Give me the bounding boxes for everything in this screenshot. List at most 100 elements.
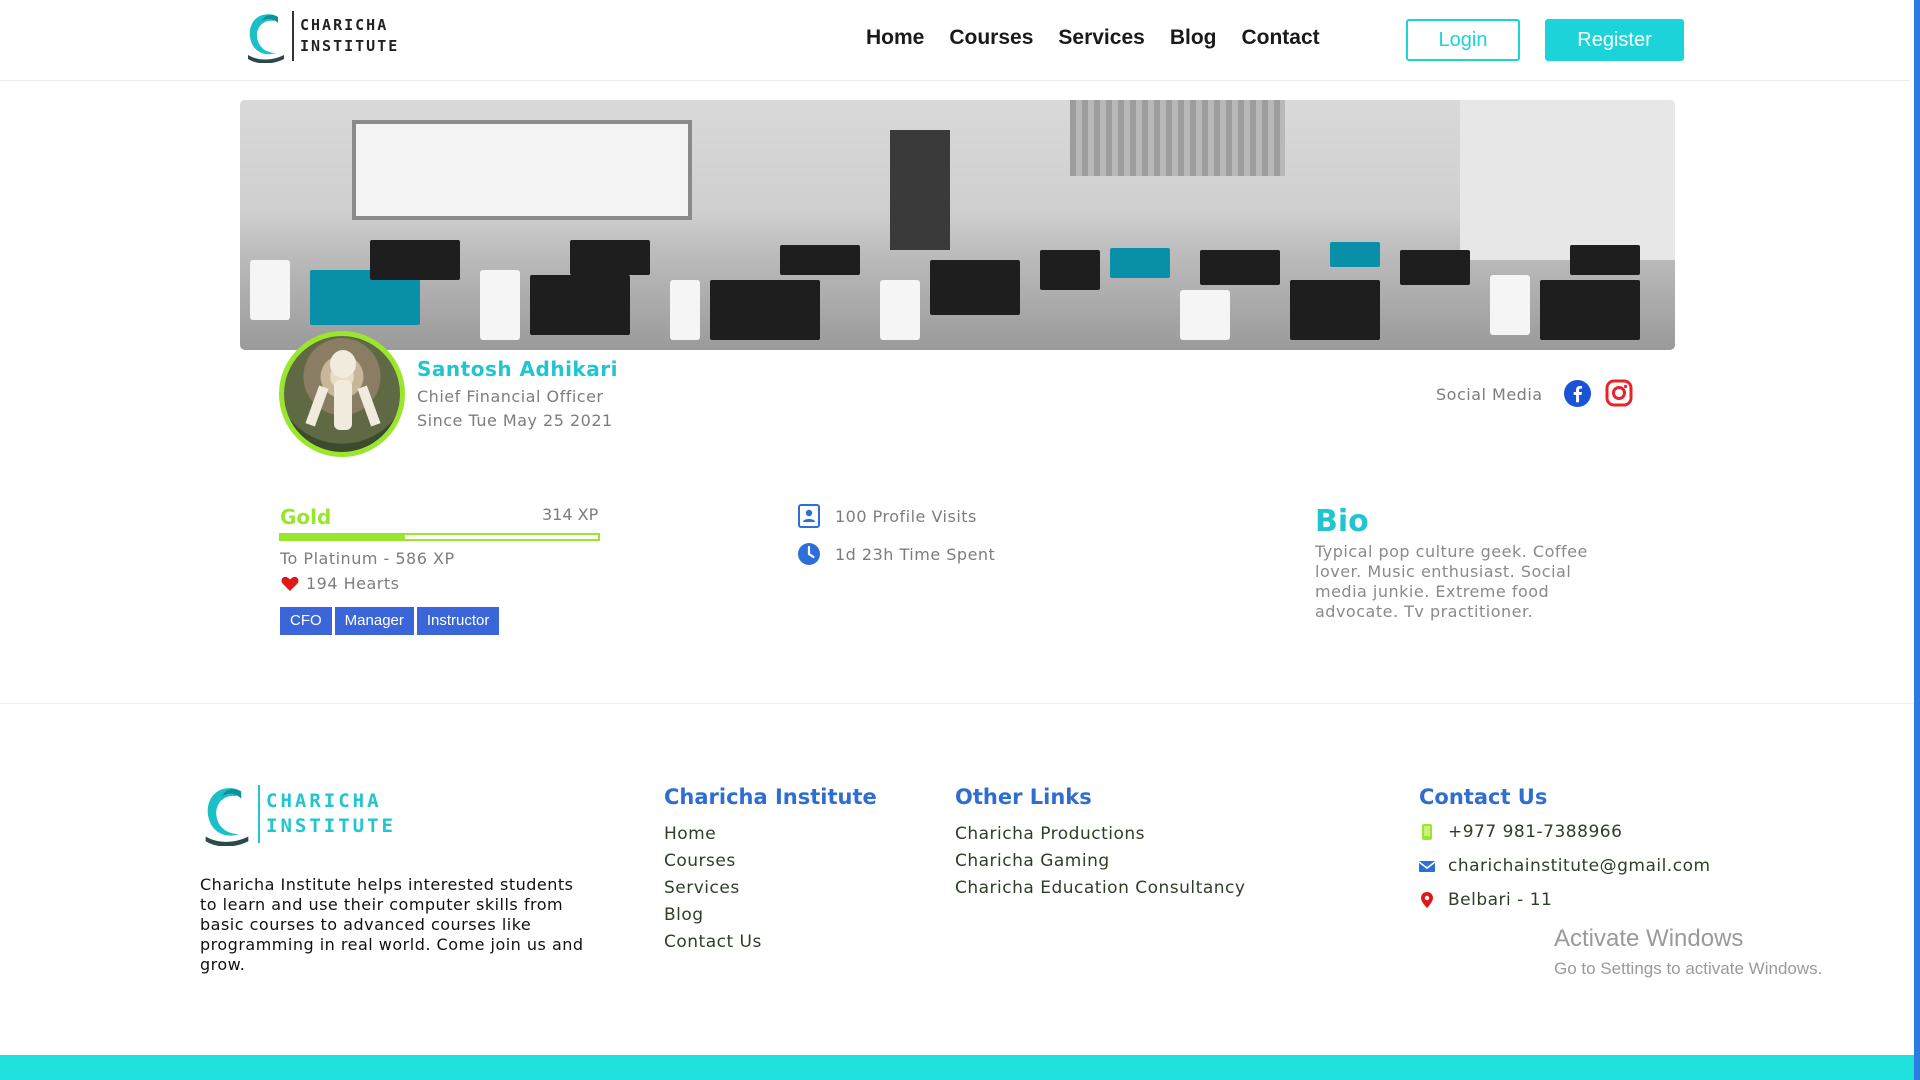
- footer-link-gaming[interactable]: Charicha Gaming: [955, 848, 1245, 875]
- logo-text: CHARICHA INSTITUTE: [300, 15, 399, 57]
- contact-email[interactable]: charichainstitute@gmail.com: [1448, 856, 1711, 876]
- register-button[interactable]: Register: [1545, 19, 1684, 61]
- contact-phone[interactable]: +977 981-7388966: [1448, 822, 1622, 842]
- location-pin-icon: [1421, 892, 1433, 908]
- computer-lab-desks: [240, 240, 1675, 350]
- time-spent-row: 1d 23h Time Spent: [797, 542, 995, 566]
- activate-line-1: Activate Windows: [1554, 925, 1744, 952]
- footer-logo[interactable]: CHARICHA INSTITUTE: [200, 782, 396, 846]
- arm-bone: [357, 385, 381, 427]
- footer-bottom-bar: [0, 1055, 1914, 1080]
- clock-icon: [798, 543, 820, 565]
- footer-col-institute: Charicha Institute Home Courses Services…: [664, 785, 877, 956]
- footer-logo-text: CHARICHA INSTITUTE: [266, 789, 396, 839]
- footer-heading-other-links: Other Links: [955, 785, 1092, 809]
- role-tags: CFO Manager Instructor: [280, 607, 500, 635]
- mail-icon: [1419, 861, 1435, 872]
- xp-progress-bar: [279, 533, 600, 541]
- footer-heading-institute: Charicha Institute: [664, 785, 877, 809]
- door: [890, 130, 950, 250]
- bio-title: Bio: [1315, 504, 1369, 539]
- skull: [330, 350, 356, 378]
- monitor: [1540, 280, 1640, 340]
- tag-manager: Manager: [334, 607, 414, 635]
- xp-value: 314 XP: [542, 505, 599, 524]
- nav-home[interactable]: Home: [866, 26, 924, 50]
- footer-link-home[interactable]: Home: [664, 821, 877, 848]
- bio-text: Typical pop culture geek. Coffee lover. …: [1315, 542, 1588, 621]
- footer-col-contact: Contact Us +977 981-7388966 charichainst…: [1419, 785, 1711, 917]
- chair: [1490, 275, 1530, 335]
- contact-email-row: charichainstitute@gmail.com: [1419, 849, 1711, 883]
- footer-heading-contact: Contact Us: [1419, 785, 1548, 809]
- tag-instructor: Instructor: [416, 607, 500, 635]
- tag-cfo: CFO: [280, 607, 332, 635]
- ribcage: [334, 380, 352, 430]
- login-button[interactable]: Login: [1406, 19, 1520, 61]
- monitor: [530, 275, 630, 335]
- logo-divider: [258, 785, 260, 843]
- monitor: [1330, 242, 1380, 267]
- monitor: [1290, 280, 1380, 340]
- chair: [670, 280, 700, 340]
- monitor: [1040, 250, 1100, 290]
- monitor: [1110, 248, 1170, 278]
- heart-icon: [281, 576, 299, 591]
- logo-line-2: INSTITUTE: [300, 37, 400, 55]
- level-name: Gold: [280, 505, 332, 529]
- nav-blog[interactable]: Blog: [1170, 26, 1217, 50]
- curtain: [1070, 100, 1285, 176]
- hearts-count: 194 Hearts: [281, 574, 400, 593]
- facebook-icon[interactable]: [1563, 379, 1592, 408]
- scrollbar[interactable]: [1914, 0, 1920, 1080]
- contact-address-row: Belbari - 11: [1419, 883, 1711, 917]
- next-level-text: To Platinum - 586 XP: [280, 549, 455, 568]
- chair: [880, 280, 920, 340]
- monitor: [780, 245, 860, 275]
- profile-name: Santosh Adhikari: [417, 357, 618, 381]
- footer-link-blog[interactable]: Blog: [664, 902, 877, 929]
- wave-logo-icon: [248, 14, 284, 63]
- contact-card-icon: [798, 504, 820, 528]
- footer-link-consultancy[interactable]: Charicha Education Consultancy: [955, 875, 1245, 902]
- wave-logo-icon: [205, 788, 249, 846]
- contact-phone-row: +977 981-7388966: [1419, 815, 1711, 849]
- footer-link-services[interactable]: Services: [664, 875, 877, 902]
- footer-about-text: Charicha Institute helps interested stud…: [200, 875, 584, 974]
- site-logo[interactable]: CHARICHA INSTITUTE: [244, 9, 399, 63]
- monitor: [1400, 250, 1470, 285]
- chair: [250, 260, 290, 320]
- profile-visits-row: 100 Profile Visits: [797, 504, 977, 528]
- profile-visits-label: 100 Profile Visits: [835, 506, 977, 526]
- windows-activation-watermark: Activate Windows Go to Settings to activ…: [1554, 925, 1822, 979]
- social-media-label: Social Media: [1436, 385, 1543, 404]
- phone-icon: [1422, 824, 1432, 840]
- avatar: [279, 331, 405, 457]
- monitor: [570, 240, 650, 275]
- monitor: [370, 240, 460, 280]
- main-nav: Home Courses Services Blog Contact: [866, 26, 1345, 50]
- nav-courses[interactable]: Courses: [949, 26, 1033, 50]
- hearts-label: 194 Hearts: [306, 574, 400, 593]
- footer-logo-line-2: INSTITUTE: [266, 815, 396, 837]
- time-spent-label: 1d 23h Time Spent: [835, 544, 996, 564]
- footer-link-contact[interactable]: Contact Us: [664, 929, 877, 956]
- instagram-icon[interactable]: [1605, 379, 1633, 407]
- xp-progress-fill: [281, 535, 405, 539]
- logo-line-1: CHARICHA: [300, 16, 389, 34]
- whiteboard: [352, 120, 692, 220]
- arm-bone: [305, 385, 329, 427]
- site-header: CHARICHA INSTITUTE Home Courses Services…: [0, 0, 1914, 81]
- profile-role: Chief Financial Officer: [417, 387, 604, 406]
- footer-link-productions[interactable]: Charicha Productions: [955, 821, 1245, 848]
- footer-link-courses[interactable]: Courses: [664, 848, 877, 875]
- nav-contact[interactable]: Contact: [1241, 26, 1319, 50]
- logo-divider: [292, 11, 294, 61]
- footer-logo-line-1: CHARICHA: [266, 790, 382, 812]
- activate-line-2: Go to Settings to activate Windows.: [1554, 959, 1823, 978]
- monitor: [930, 260, 1020, 315]
- nav-services[interactable]: Services: [1058, 26, 1144, 50]
- chair: [480, 270, 520, 340]
- contact-address: Belbari - 11: [1448, 890, 1553, 910]
- footer-col-other-links: Other Links Charicha Productions Charich…: [955, 785, 1245, 902]
